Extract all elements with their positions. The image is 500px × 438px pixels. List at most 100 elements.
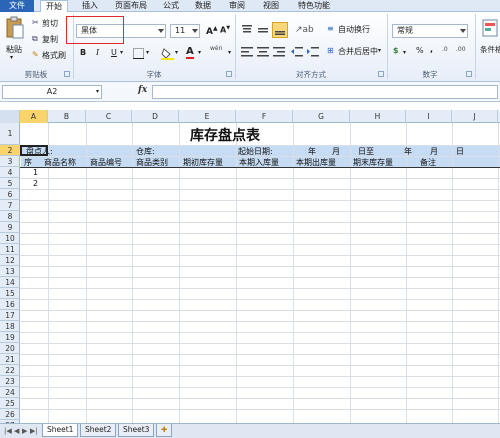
column-label-category[interactable]: 商品类别 bbox=[136, 157, 168, 168]
sheet-title[interactable]: 库存盘点表 bbox=[190, 125, 260, 145]
row-header[interactable]: 24 bbox=[0, 387, 20, 398]
align-left-icon[interactable] bbox=[240, 46, 254, 58]
font-size-select[interactable]: 11 bbox=[170, 24, 200, 38]
fx-icon[interactable]: fx bbox=[138, 85, 147, 95]
row-header[interactable]: 18 bbox=[0, 321, 20, 332]
bold-button[interactable]: B bbox=[80, 48, 86, 57]
row-header[interactable]: 6 bbox=[0, 189, 20, 200]
column-label-name[interactable]: 商品名称 bbox=[44, 157, 76, 168]
column-header[interactable]: J bbox=[452, 110, 498, 123]
tab-page-layout[interactable]: 页面布局 bbox=[110, 0, 152, 12]
cell-day-2[interactable]: 日 bbox=[456, 146, 464, 157]
row-header[interactable]: 9 bbox=[0, 222, 20, 233]
paste-icon[interactable] bbox=[4, 16, 26, 40]
border-icon[interactable] bbox=[132, 48, 144, 59]
sheet-tab-2[interactable]: Sheet2 bbox=[80, 424, 117, 437]
column-label-closing[interactable]: 期末库存量 bbox=[353, 157, 393, 168]
orientation-icon[interactable]: ↗ab bbox=[295, 25, 314, 35]
underline-button[interactable]: U bbox=[111, 48, 117, 57]
fill-dropdown-icon[interactable]: ▾ bbox=[175, 49, 178, 56]
tab-view[interactable]: 视图 bbox=[260, 0, 282, 12]
row-header[interactable]: 11 bbox=[0, 244, 20, 255]
row-header[interactable]: 22 bbox=[0, 365, 20, 376]
currency-dropdown-icon[interactable]: ▾ bbox=[403, 49, 406, 56]
column-label-seq[interactable]: 序 bbox=[24, 157, 32, 168]
increase-indent-icon[interactable] bbox=[306, 46, 320, 58]
row-header[interactable]: 14 bbox=[0, 277, 20, 288]
tab-formulas[interactable]: 公式 bbox=[160, 0, 182, 12]
align-top-icon[interactable] bbox=[240, 24, 254, 36]
name-box-dropdown-icon[interactable]: ▾ bbox=[96, 88, 99, 95]
column-header[interactable]: A bbox=[20, 110, 48, 123]
row-header[interactable]: 10 bbox=[0, 233, 20, 244]
row-header[interactable]: 8 bbox=[0, 211, 20, 222]
format-painter-button[interactable]: 格式刷 bbox=[42, 50, 66, 61]
cell-year-1[interactable]: 年 bbox=[308, 146, 316, 157]
row-header[interactable]: 1 bbox=[0, 123, 20, 145]
increase-decimal-icon[interactable]: .0 bbox=[442, 46, 448, 53]
tab-review[interactable]: 审阅 bbox=[226, 0, 248, 12]
cell-seq[interactable]: 2 bbox=[33, 179, 38, 188]
paste-button[interactable]: 粘贴 bbox=[6, 44, 22, 55]
tab-data[interactable]: 数据 bbox=[192, 0, 214, 12]
decrease-indent-icon[interactable] bbox=[290, 46, 304, 58]
copy-icon[interactable]: ⧉ bbox=[32, 34, 38, 44]
select-all-corner[interactable] bbox=[0, 110, 20, 123]
formula-input[interactable] bbox=[152, 85, 498, 99]
next-sheet-icon[interactable]: ▶ bbox=[22, 427, 27, 435]
column-label-outbound[interactable]: 本期出库量 bbox=[296, 157, 336, 168]
underline-dropdown-icon[interactable]: ▾ bbox=[120, 49, 123, 56]
prev-sheet-icon[interactable]: ◀ bbox=[14, 427, 19, 435]
row-header[interactable]: 25 bbox=[0, 398, 20, 409]
spreadsheet-grid[interactable]: A B C D E F G H I J 1 2 3 4 5 6 7 8 9 10… bbox=[0, 110, 500, 423]
decrease-decimal-icon[interactable]: .00 bbox=[456, 46, 466, 53]
align-middle-icon[interactable] bbox=[256, 24, 270, 36]
row-header[interactable]: 17 bbox=[0, 310, 20, 321]
last-sheet-icon[interactable]: ▶| bbox=[30, 427, 38, 435]
cell-month-1[interactable]: 月 bbox=[332, 146, 340, 157]
tab-special[interactable]: 特色功能 bbox=[294, 0, 334, 12]
align-center-icon[interactable] bbox=[256, 46, 270, 58]
percent-button[interactable]: % bbox=[416, 46, 424, 55]
column-header[interactable]: C bbox=[86, 110, 132, 123]
merge-dropdown-icon[interactable]: ▾ bbox=[378, 47, 381, 54]
row-header[interactable]: 4 bbox=[0, 167, 20, 178]
column-header[interactable]: F bbox=[236, 110, 293, 123]
row-header[interactable]: 21 bbox=[0, 354, 20, 365]
cut-button[interactable]: 剪切 bbox=[42, 18, 58, 29]
new-sheet-icon[interactable]: ✚ bbox=[156, 424, 172, 437]
merge-center-icon[interactable]: ⊞ bbox=[327, 46, 334, 55]
align-right-icon[interactable] bbox=[272, 46, 286, 58]
column-header[interactable]: H bbox=[350, 110, 406, 123]
phonetic-dropdown-icon[interactable]: ▾ bbox=[228, 49, 231, 56]
cell-seq[interactable]: 1 bbox=[33, 168, 38, 177]
row-header[interactable]: 12 bbox=[0, 255, 20, 266]
first-sheet-icon[interactable]: |◀ bbox=[4, 427, 12, 435]
cell-month-2[interactable]: 月 bbox=[430, 146, 438, 157]
cell-year-2[interactable]: 年 bbox=[404, 146, 412, 157]
row-header[interactable]: 20 bbox=[0, 343, 20, 354]
clipboard-launcher-icon[interactable] bbox=[64, 71, 70, 77]
cell-day-to[interactable]: 日至 bbox=[358, 146, 374, 157]
wrap-text-icon[interactable]: ≡ bbox=[327, 24, 334, 33]
tab-file[interactable]: 文件 bbox=[0, 0, 34, 12]
row-header[interactable]: 2 bbox=[0, 145, 20, 156]
row-header[interactable]: 19 bbox=[0, 332, 20, 343]
sheet-tab-1[interactable]: Sheet1 bbox=[42, 424, 79, 437]
active-cell-selection[interactable] bbox=[20, 145, 48, 156]
row-header[interactable]: 13 bbox=[0, 266, 20, 277]
column-header[interactable]: E bbox=[179, 110, 236, 123]
column-header[interactable]: G bbox=[293, 110, 350, 123]
column-header[interactable]: I bbox=[406, 110, 452, 123]
column-label-remarks[interactable]: 备注 bbox=[420, 157, 436, 168]
format-painter-icon[interactable]: ✎ bbox=[32, 50, 39, 59]
column-label-opening[interactable]: 期初库存量 bbox=[183, 157, 223, 168]
row-header[interactable]: 3 bbox=[0, 156, 20, 167]
column-header[interactable]: D bbox=[132, 110, 179, 123]
number-format-select[interactable]: 常规 bbox=[392, 24, 468, 38]
copy-button[interactable]: 复制 bbox=[42, 34, 58, 45]
row-header[interactable]: 5 bbox=[0, 178, 20, 189]
merge-center-button[interactable]: 合并后居中 bbox=[338, 46, 378, 57]
paste-dropdown-icon[interactable]: ▾ bbox=[10, 54, 13, 61]
font-color-dropdown-icon[interactable]: ▾ bbox=[198, 49, 201, 56]
